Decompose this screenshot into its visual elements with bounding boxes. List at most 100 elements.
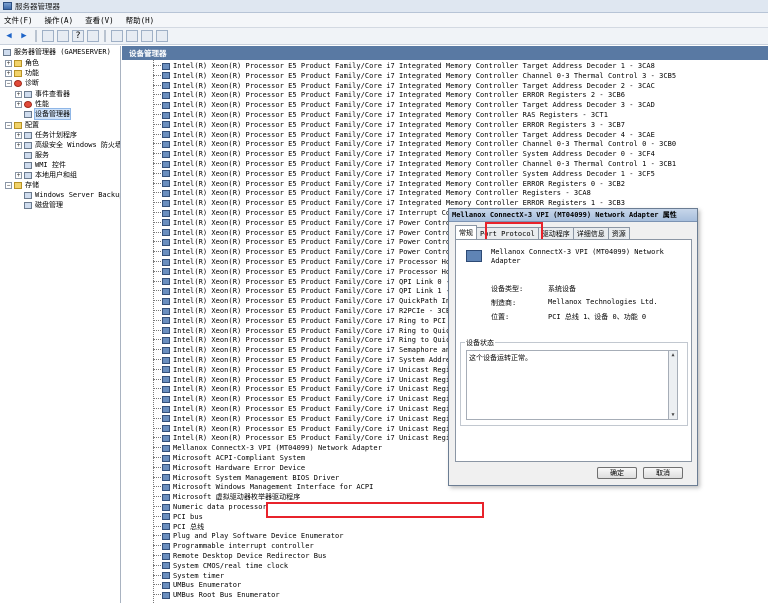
device-row[interactable]: PCI 总线 <box>153 522 204 532</box>
tree-branch-line <box>153 427 161 429</box>
device-row[interactable]: Intel(R) Xeon(R) Processor E5 Product Fa… <box>153 61 655 71</box>
device-icon <box>162 523 170 531</box>
device-row[interactable]: UMBus Enumerator <box>153 580 241 590</box>
collapse-icon[interactable]: − <box>5 181 12 189</box>
tab-details[interactable]: 详细信息 <box>572 227 609 239</box>
device-row[interactable]: Intel(R) Xeon(R) Processor E5 Product Fa… <box>153 139 676 149</box>
device-row[interactable]: Intel(R) Xeon(R) Processor E5 Product Fa… <box>153 100 655 110</box>
tree-root[interactable]: 服务器管理器 (GAMESERVER) <box>3 47 111 57</box>
help-icon[interactable]: ? <box>72 30 84 42</box>
device-row[interactable]: Microsoft ACPI-Compliant System <box>153 453 305 463</box>
properties-icon[interactable] <box>87 30 99 42</box>
update-driver-icon[interactable] <box>126 30 138 42</box>
status-scrollbar[interactable]: ▲ ▼ <box>669 350 678 420</box>
device-row[interactable]: Intel(R) Xeon(R) Processor E5 Product Fa… <box>153 71 676 81</box>
tree-connector-line <box>153 60 154 603</box>
tab-driver[interactable]: 驱动程序 <box>537 227 574 239</box>
tree-item[interactable]: − 诊断 <box>5 78 39 88</box>
device-row[interactable]: Numeric data processor <box>153 502 267 512</box>
tree-item[interactable]: + 高级安全 Windows 防火墙 <box>15 140 120 150</box>
tree-item[interactable]: + 角色 <box>5 58 39 68</box>
expand-icon[interactable]: + <box>15 141 22 149</box>
tree-branch-line <box>153 359 161 360</box>
device-row[interactable]: Microsoft 虚拟驱动器枚举器驱动程序 <box>153 492 300 502</box>
forward-arrow-icon[interactable]: ▶ <box>18 30 30 42</box>
tree-item-label: 性能 <box>35 100 49 108</box>
back-arrow-icon[interactable]: ◀ <box>3 30 15 42</box>
device-row[interactable]: Intel(R) Xeon(R) Processor E5 Product Fa… <box>153 159 676 169</box>
device-row[interactable]: Mellanox ConnectX-3 VPI (MT04099) Networ… <box>153 443 382 453</box>
device-row[interactable]: System timer <box>153 571 224 581</box>
tree-item-label: 配置 <box>25 121 39 129</box>
ok-button[interactable]: 确定 <box>597 467 637 479</box>
show-hide-tree-icon[interactable] <box>57 30 69 42</box>
scan-hardware-icon[interactable] <box>111 30 123 42</box>
device-row[interactable]: Intel(R) Xeon(R) Processor E5 Product Fa… <box>153 198 625 208</box>
tree-item[interactable]: − 配置 <box>5 120 39 130</box>
tree-item[interactable]: + 性能 <box>15 99 49 109</box>
device-row[interactable]: Intel(R) Xeon(R) Processor E5 Product Fa… <box>153 306 454 316</box>
tree-item[interactable]: WMI 控件 <box>15 160 66 170</box>
device-status-textbox[interactable]: 这个设备运转正常。 <box>466 350 669 420</box>
tree-item[interactable]: + 任务计划程序 <box>15 130 77 140</box>
menu-action[interactable]: 操作(A) <box>45 15 74 26</box>
collapse-icon[interactable]: − <box>5 79 12 87</box>
device-row[interactable]: Intel(R) Xeon(R) Processor E5 Product Fa… <box>153 179 626 189</box>
tree-branch-line <box>153 300 161 302</box>
device-row[interactable]: Remote Desktop Device Redirector Bus <box>153 551 327 561</box>
device-row[interactable]: Intel(R) Xeon(R) Processor E5 Product Fa… <box>153 81 655 91</box>
device-row[interactable]: Intel(R) Xeon(R) Processor E5 Product Fa… <box>153 169 655 179</box>
tree-branch-line <box>153 555 161 556</box>
device-row[interactable]: UMBus Root Bus Enumerator <box>153 590 280 600</box>
device-name-text: Intel(R) Xeon(R) Processor E5 Product Fa… <box>173 179 626 188</box>
device-row[interactable]: Microsoft Hardware Error Device <box>153 463 305 473</box>
up-folder-icon[interactable] <box>42 30 54 42</box>
window-title: 服务器管理器 <box>15 1 60 11</box>
tree-item[interactable]: + 事件查看器 <box>15 89 70 99</box>
device-status-group: 设备状态 这个设备运转正常。 ▲ ▼ <box>460 338 688 426</box>
collapse-icon[interactable]: − <box>5 121 12 129</box>
device-row[interactable]: Intel(R) Xeon(R) Processor E5 Product Fa… <box>153 188 591 198</box>
expand-icon[interactable]: + <box>15 90 22 98</box>
tree-item[interactable]: 设备管理器 <box>15 108 71 120</box>
tree-item[interactable]: 磁盘管理 <box>15 200 63 210</box>
device-row[interactable]: Intel(R) Xeon(R) Processor E5 Product Fa… <box>153 149 655 159</box>
device-row[interactable]: Microsoft Windows Management Interface f… <box>153 482 373 492</box>
expand-icon[interactable]: + <box>15 171 22 179</box>
tab-general[interactable]: 常规 <box>455 225 477 239</box>
menu-help[interactable]: 帮助(H) <box>126 15 155 26</box>
expand-icon[interactable]: + <box>5 59 12 67</box>
cancel-button[interactable]: 取消 <box>643 467 683 479</box>
device-row[interactable]: PCI bus <box>153 512 203 522</box>
device-row[interactable]: System CMOS/real time clock <box>153 561 288 571</box>
disable-device-icon[interactable] <box>141 30 153 42</box>
device-row[interactable]: Intel(R) Xeon(R) Processor E5 Product Fa… <box>153 130 655 140</box>
tree-item[interactable]: 服务 <box>15 150 49 160</box>
scroll-down-icon[interactable]: ▼ <box>670 412 676 418</box>
expand-icon[interactable]: + <box>5 69 12 77</box>
device-row[interactable]: Intel(R) Xeon(R) Processor E5 Product Fa… <box>153 277 472 287</box>
tree-item[interactable]: + 功能 <box>5 68 39 78</box>
device-row[interactable]: Microsoft System Management BIOS Driver <box>153 473 339 483</box>
menu-view[interactable]: 查看(V) <box>85 15 114 26</box>
device-icon <box>162 464 170 472</box>
tree-branch-line <box>153 153 161 155</box>
device-row[interactable]: Intel(R) Xeon(R) Processor E5 Product Fa… <box>153 286 472 296</box>
tree-item[interactable]: − 存储 <box>5 180 39 190</box>
menu-file[interactable]: 文件(F) <box>4 15 33 26</box>
device-row[interactable]: Plug and Play Software Device Enumerator <box>153 531 344 541</box>
device-row[interactable]: Intel(R) Xeon(R) Processor E5 Product Fa… <box>153 120 625 130</box>
expand-icon[interactable]: + <box>15 100 22 108</box>
tree-branch-line <box>153 408 161 409</box>
tree-item[interactable]: + 本地用户和组 <box>15 170 77 180</box>
tab-resources[interactable]: 资源 <box>607 227 630 239</box>
right-pane-title: 设备管理器 <box>129 48 167 58</box>
uninstall-device-icon[interactable] <box>156 30 168 42</box>
scroll-up-icon[interactable]: ▲ <box>670 352 676 358</box>
tree-item[interactable]: Windows Server Backup <box>15 190 120 200</box>
device-row[interactable]: Intel(R) Xeon(R) Processor E5 Product Fa… <box>153 90 625 100</box>
device-row[interactable]: Programmable interrupt controller <box>153 541 314 551</box>
device-row[interactable]: Intel(R) Xeon(R) Processor E5 Product Fa… <box>153 110 608 120</box>
device-icon <box>162 434 170 442</box>
expand-icon[interactable]: + <box>15 131 22 139</box>
